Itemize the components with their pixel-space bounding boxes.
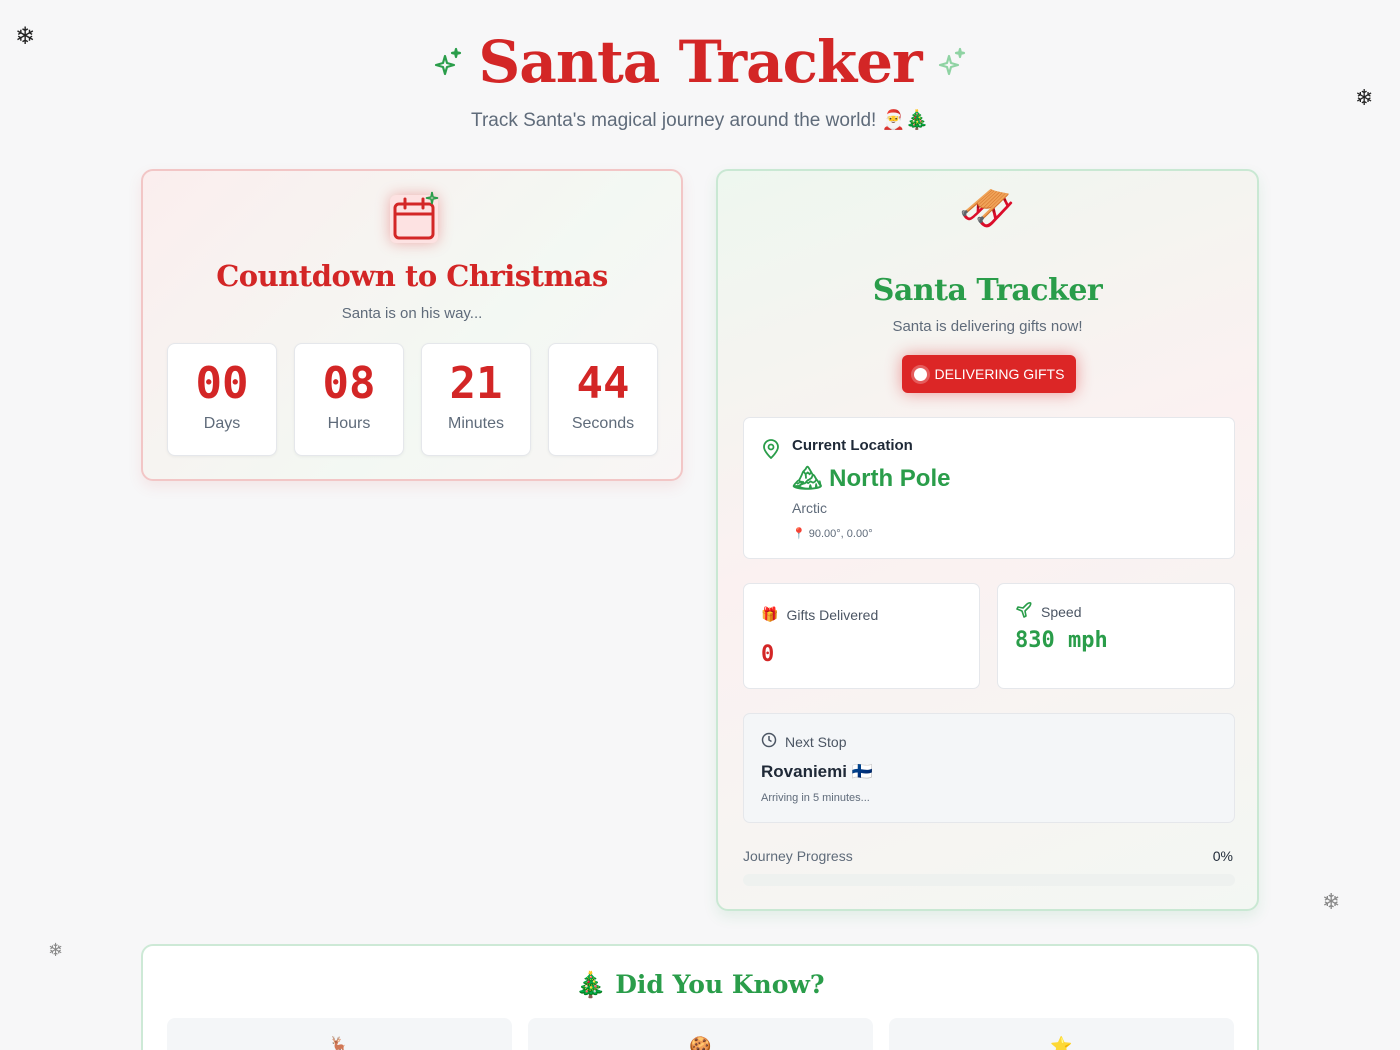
map-pin-icon [762,439,780,463]
snowflake-icon: ❄ [1322,890,1341,915]
countdown-label: Hours [327,415,371,432]
gift-icon: 🎁 [761,606,779,622]
location-name: 🏔 North Pole [792,465,951,492]
did-you-know-section: 🎄 Did You Know? 🦌 🍪 ⭐ [141,944,1259,1050]
status-dot-icon [913,367,927,381]
star-icon: ⭐ [1050,1036,1073,1050]
tracker-tagline: Santa is delivering gifts now! [892,318,1083,335]
progress-percent: 0% [1212,848,1233,864]
status-label: DELIVERING GIFTS [934,366,1065,382]
sparkles-icon [432,46,464,78]
current-location-panel: Current Location 🏔 North Pole Arctic 📍 9… [743,417,1235,559]
countdown-units: 00 Days 08 Hours 21 Minutes 44 Seconds [167,343,658,456]
sparkles-icon [936,46,968,78]
page-header: Santa Tracker Track Santa's magical jour… [0,0,1400,132]
page-title: Santa Tracker [478,28,922,96]
reindeer-icon: 🦌 [328,1036,351,1050]
snowflake-icon: ❄ [15,22,36,50]
fact-card: 🍪 [528,1018,873,1050]
countdown-value: 08 [322,358,376,409]
next-stop-heading: Next Stop [761,732,846,751]
speed-panel: Speed 830 mph [997,583,1235,689]
countdown-minutes: 21 Minutes [421,343,531,456]
snowflake-icon: ❄ [48,940,64,961]
page-subtitle: Track Santa's magical journey around the… [471,110,929,131]
speed-value: 830 mph [1015,628,1108,653]
fact-card: ⭐ [889,1018,1234,1050]
gifts-delivered-panel: 🎁 Gifts Delivered 0 [743,583,980,689]
cookie-icon: 🍪 [689,1036,712,1050]
countdown-days: 00 Days [167,343,277,456]
clock-icon [761,732,777,751]
location-coordinates: 📍 90.00°, 0.00° [792,528,873,540]
speed-label: Speed [1041,603,1082,620]
speed-heading: Speed [1015,601,1081,622]
countdown-label: Days [203,415,241,432]
plane-icon [1015,601,1033,622]
countdown-seconds: 44 Seconds [548,343,658,456]
tracker-title: Santa Tracker [872,273,1103,308]
next-stop-city: Rovaniemi 🇫🇮 [761,762,873,781]
next-stop-label: Next Stop [785,733,847,750]
sleigh-icon: 🛷 [958,181,1017,235]
snowflake-icon: ❄ [1355,86,1374,111]
countdown-title: Countdown to Christmas [216,259,608,293]
journey-progress-bar [743,874,1235,886]
next-stop-panel: Next Stop Rovaniemi 🇫🇮 Arriving in 5 min… [743,713,1235,823]
tracker-card: 🛷 Santa Tracker Santa is delivering gift… [716,169,1259,911]
countdown-hours: 08 Hours [294,343,404,456]
countdown-label: Seconds [571,415,635,432]
gifts-heading: 🎁 Gifts Delivered [761,606,878,623]
gifts-value: 0 [761,642,775,667]
countdown-card: Countdown to Christmas Santa is on his w… [141,169,683,481]
countdown-value: 00 [195,358,249,409]
gifts-label: Gifts Delivered [786,606,879,623]
countdown-label: Minutes [447,415,505,432]
countdown-tagline: Santa is on his way... [341,305,483,322]
facts-title: 🎄 Did You Know? [575,970,825,999]
delivering-gifts-button[interactable]: DELIVERING GIFTS [902,355,1076,393]
fact-card: 🦌 [167,1018,512,1050]
countdown-value: 21 [449,358,503,409]
next-stop-eta: Arriving in 5 minutes... [761,792,870,804]
countdown-value: 44 [576,358,630,409]
location-heading: Current Location [792,437,913,454]
calendar-icon [390,191,439,243]
location-region: Arctic [792,500,827,516]
progress-label: Journey Progress [743,848,853,864]
